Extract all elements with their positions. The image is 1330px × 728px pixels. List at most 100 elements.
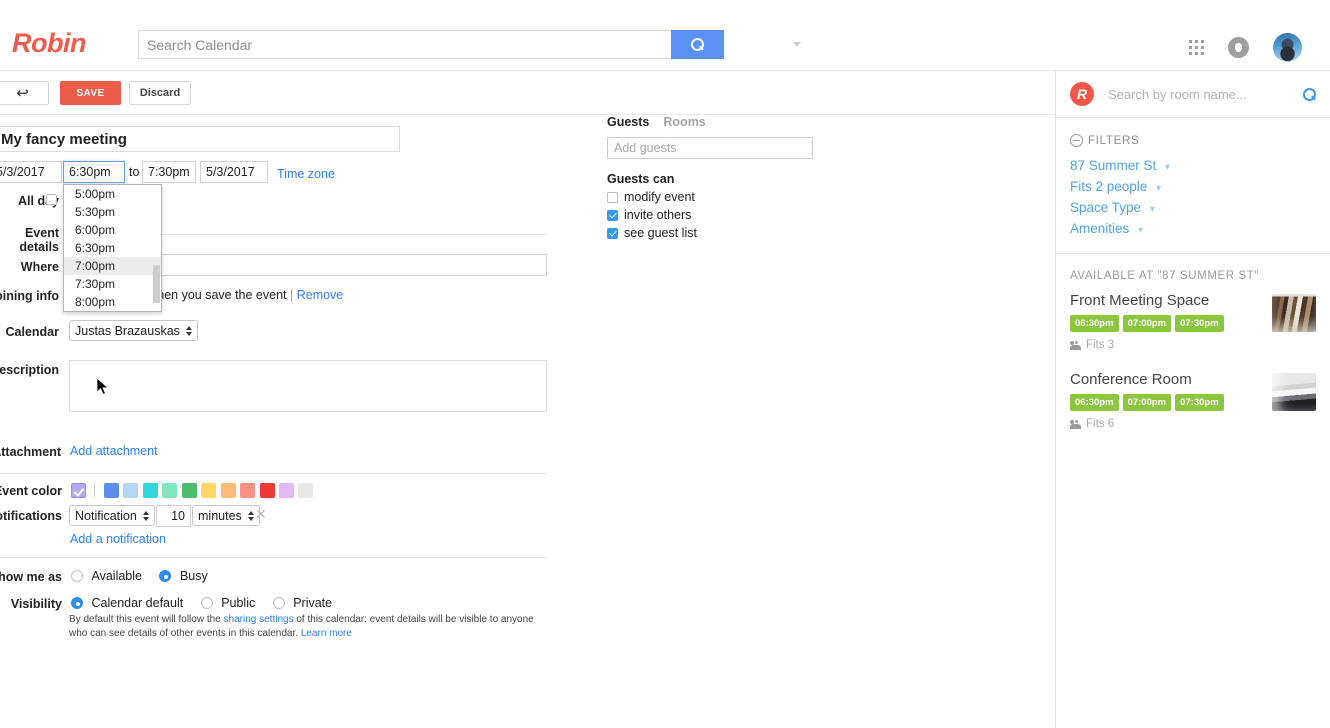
remove-joining-info-link[interactable]: Remove <box>297 288 344 302</box>
tab-rooms[interactable]: Rooms <box>663 115 705 129</box>
color-swatch[interactable] <box>259 483 275 498</box>
discard-button[interactable]: Discard <box>129 81 191 105</box>
filters-header[interactable]: FILTERS <box>1056 118 1330 155</box>
time-slot[interactable]: 06:30pm <box>1070 315 1119 332</box>
notification-type-select[interactable]: Notification <box>69 505 155 526</box>
time-slot[interactable]: 07:30pm <box>1175 315 1224 332</box>
end-time-input[interactable] <box>142 161 196 183</box>
color-swatch[interactable] <box>298 483 314 498</box>
start-time-input[interactable] <box>63 161 125 183</box>
calendar-select-value: Justas Brazauskas <box>75 323 180 338</box>
calendar-select[interactable]: Justas Brazauskas <box>69 320 198 341</box>
time-option[interactable]: 5:00pm <box>64 185 161 203</box>
radio-busy[interactable] <box>159 570 172 582</box>
guest-permission-invite-others[interactable]: invite others <box>607 208 857 222</box>
description-textarea[interactable] <box>69 360 547 412</box>
room-card[interactable]: Front Meeting Space 06:30pm 07:00pm 07:3… <box>1056 292 1330 351</box>
robin-badge-icon: R <box>1070 82 1094 106</box>
notification-type-value: Notification <box>75 508 137 523</box>
robin-calendar-event-editor: Robin ↩ SAVE Discard <box>0 0 1330 728</box>
close-icon[interactable]: ✕ <box>255 506 267 523</box>
filter-capacity[interactable]: Fits 2 people ▾ <box>1056 176 1330 197</box>
time-option-highlighted[interactable]: 7:00pm <box>64 257 161 275</box>
room-thumbnail[interactable] <box>1272 373 1316 411</box>
time-option[interactable]: 6:00pm <box>64 221 161 239</box>
color-swatch[interactable] <box>123 483 139 498</box>
notifications-button[interactable] <box>1228 37 1249 58</box>
guest-permission-label: modify event <box>624 190 695 204</box>
color-swatch[interactable] <box>103 483 119 498</box>
back-button[interactable]: ↩ <box>0 81 49 105</box>
filter-space-type[interactable]: Space Type ▾ <box>1056 197 1330 218</box>
add-attachment-link[interactable]: Add attachment <box>70 444 158 458</box>
time-option[interactable]: 7:30pm <box>64 275 161 293</box>
divider <box>94 483 96 497</box>
add-guests-input[interactable] <box>607 137 813 159</box>
add-notification-link[interactable]: Add a notification <box>70 532 166 546</box>
room-search-input[interactable] <box>1106 85 1303 103</box>
color-swatch[interactable] <box>181 483 197 498</box>
dropdown-scrollbar[interactable] <box>153 265 160 303</box>
search-input[interactable] <box>138 30 675 59</box>
guest-permission-see-guest-list[interactable]: see guest list <box>607 226 857 240</box>
start-time-dropdown[interactable]: 5:00pm 5:30pm 6:00pm 6:30pm 7:00pm 7:30p… <box>63 184 162 312</box>
color-swatch[interactable] <box>142 483 158 498</box>
color-swatch[interactable] <box>201 483 217 498</box>
apps-grid-icon[interactable] <box>1189 40 1204 55</box>
radio-available[interactable] <box>71 570 83 582</box>
guest-permission-label: see guest list <box>624 226 697 240</box>
search-button[interactable] <box>671 30 724 59</box>
color-swatch[interactable] <box>162 483 178 498</box>
joining-info-label: Joining info <box>0 289 59 303</box>
color-swatch[interactable] <box>278 483 294 498</box>
color-swatch[interactable] <box>220 483 236 498</box>
chevron-down-icon: ▾ <box>1138 225 1144 236</box>
end-date-input[interactable] <box>200 161 268 183</box>
checkbox-invite-others[interactable] <box>607 209 618 221</box>
room-capacity: Fits 6 <box>1070 418 1316 430</box>
time-slot[interactable]: 07:00pm <box>1122 394 1172 411</box>
divider <box>0 557 547 558</box>
time-slot[interactable]: 07:30pm <box>1175 394 1224 411</box>
color-swatch[interactable] <box>240 483 256 498</box>
room-thumbnail[interactable] <box>1272 294 1316 332</box>
notification-amount-input[interactable] <box>156 505 191 527</box>
tab-guests[interactable]: Guests <box>607 115 649 129</box>
visibility-note: By default this event will follow the sh… <box>69 613 537 640</box>
event-title-input[interactable] <box>0 126 400 152</box>
chevron-down-icon: ▾ <box>1165 162 1171 173</box>
notification-unit-select[interactable]: minutes <box>192 505 260 526</box>
radio-public[interactable] <box>200 597 213 609</box>
robin-logo[interactable]: Robin <box>12 28 86 59</box>
room-card[interactable]: Conference Room 06:30pm 07:00pm 07:30pm … <box>1056 371 1330 430</box>
time-option[interactable]: 8:00pm <box>64 293 161 311</box>
color-swatch-selected[interactable] <box>71 483 86 498</box>
filter-location[interactable]: 87 Summer St ▾ <box>1056 155 1330 176</box>
learn-more-link[interactable]: Learn more <box>301 628 352 639</box>
save-button[interactable]: SAVE <box>60 81 121 105</box>
filter-amenities[interactable]: Amenities ▾ <box>1056 218 1330 239</box>
start-date-input[interactable] <box>0 161 62 183</box>
event-color-swatches <box>71 482 314 500</box>
time-zone-link[interactable]: Time zone <box>277 167 335 181</box>
all-day-checkbox[interactable] <box>46 194 57 205</box>
radio-available-label: Available <box>91 569 142 583</box>
radio-private[interactable] <box>272 597 285 609</box>
time-option[interactable]: 6:30pm <box>64 239 161 257</box>
checkbox-modify-event[interactable] <box>607 191 618 203</box>
time-slot[interactable]: 06:30pm <box>1070 394 1119 411</box>
time-slot[interactable]: 07:00pm <box>1122 315 1172 332</box>
search-icon <box>691 38 704 51</box>
minus-circle-icon[interactable] <box>1070 134 1083 147</box>
search-icon[interactable] <box>1303 87 1316 101</box>
checkbox-see-guest-list[interactable] <box>607 227 618 239</box>
avatar[interactable] <box>1273 33 1302 62</box>
event-details-label: Event details <box>19 226 59 254</box>
guest-permission-modify-event[interactable]: modify event <box>607 190 857 204</box>
room-search-bar: R <box>1056 71 1330 118</box>
chevron-down-icon[interactable] <box>793 42 801 47</box>
radio-calendar-default[interactable] <box>71 597 83 609</box>
sharing-settings-link[interactable]: sharing settings <box>224 614 294 625</box>
spinner-icon <box>142 510 149 521</box>
time-option[interactable]: 5:30pm <box>64 203 161 221</box>
